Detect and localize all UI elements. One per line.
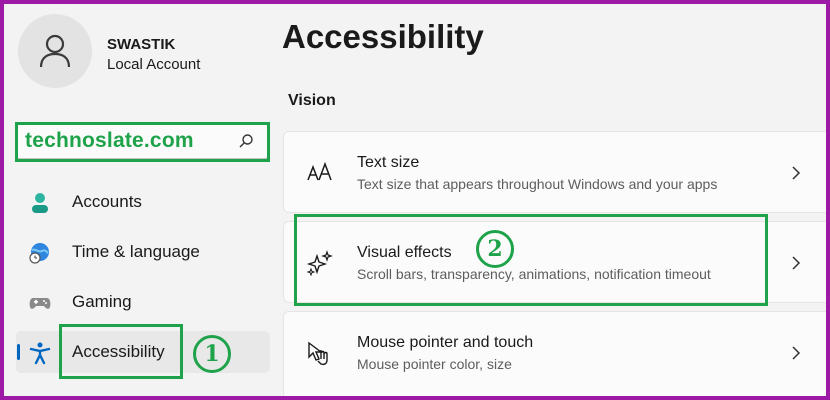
chevron-right-icon bbox=[792, 166, 801, 180]
sparkle-icon bbox=[306, 250, 333, 276]
gamepad-icon bbox=[29, 298, 51, 309]
card-description: Mouse pointer color, size bbox=[357, 356, 512, 372]
sidebar-item-accessibility[interactable]: Accessibility bbox=[16, 331, 270, 373]
search-icon[interactable] bbox=[238, 133, 254, 149]
sidebar-item-accounts[interactable]: Accounts bbox=[16, 181, 270, 223]
selection-indicator bbox=[17, 344, 20, 360]
page-title: Accessibility bbox=[282, 18, 484, 55]
sidebar-item-label: Gaming bbox=[72, 292, 132, 311]
step-1-badge: 1 bbox=[193, 335, 231, 373]
sidebar-item-label: Time & language bbox=[72, 242, 200, 261]
sidebar-item-label: Accessibility bbox=[72, 342, 165, 361]
step-2-badge: 2 bbox=[476, 230, 514, 268]
accessibility-icon bbox=[29, 342, 51, 365]
globe-clock-icon bbox=[29, 243, 49, 264]
card-title: Visual effects bbox=[357, 244, 452, 261]
card-title: Text size bbox=[357, 154, 420, 171]
search-input-value: technoslate.com bbox=[25, 129, 194, 152]
sidebar-item-label: Accounts bbox=[72, 192, 142, 211]
person-icon bbox=[39, 34, 71, 68]
avatar[interactable] bbox=[18, 14, 92, 88]
card-title: Mouse pointer and touch bbox=[357, 334, 534, 351]
chevron-right-icon bbox=[792, 346, 801, 360]
pointer-touch-icon bbox=[308, 341, 328, 366]
chevron-right-icon bbox=[792, 256, 801, 270]
visual-effects-card[interactable]: Visual effects Scroll bars, transparency… bbox=[283, 221, 826, 303]
accounts-icon bbox=[32, 193, 48, 213]
card-description: Scroll bars, transparency, animations, n… bbox=[357, 266, 711, 282]
search-input[interactable]: technoslate.com bbox=[15, 122, 269, 160]
text-size-card[interactable]: Text size Text size that appears through… bbox=[283, 131, 826, 213]
text-size-icon bbox=[307, 161, 332, 181]
sidebar-item-time-language[interactable]: Time & language bbox=[16, 231, 270, 273]
user-name: SWASTIK bbox=[107, 36, 176, 53]
section-title: Vision bbox=[288, 92, 336, 109]
mouse-pointer-touch-card[interactable]: Mouse pointer and touch Mouse pointer co… bbox=[283, 311, 826, 396]
sidebar-item-gaming[interactable]: Gaming bbox=[16, 281, 270, 323]
account-type: Local Account bbox=[107, 56, 201, 73]
settings-window: SWASTIK Local Account technoslate.com Ac… bbox=[4, 4, 826, 396]
card-description: Text size that appears throughout Window… bbox=[357, 176, 718, 192]
